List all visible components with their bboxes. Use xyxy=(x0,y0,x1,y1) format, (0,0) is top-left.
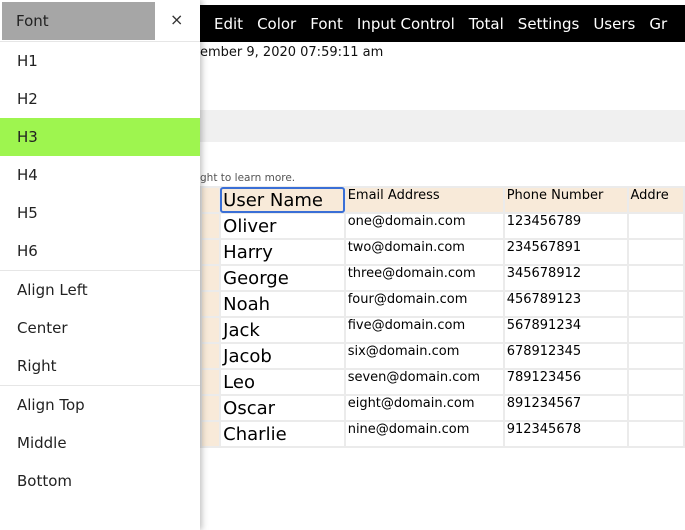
table-row: Leo seven@domain.com 789123456 xyxy=(199,368,685,396)
font-option-align-left[interactable]: Align Left xyxy=(0,271,200,309)
column-header[interactable]: User Name xyxy=(219,186,346,214)
table-cell[interactable]: four@domain.com xyxy=(343,290,505,318)
table-row: Charlie nine@domain.com 912345678 xyxy=(199,420,685,448)
font-option-h2[interactable]: H2 xyxy=(0,80,200,118)
menu-item-gr[interactable]: Gr xyxy=(649,15,667,33)
font-option-h5[interactable]: H5 xyxy=(0,194,200,232)
table-cell[interactable]: 234567891 xyxy=(502,238,629,266)
table-cell[interactable] xyxy=(626,368,685,396)
table-row: Jack five@domain.com 567891234 xyxy=(199,316,685,344)
row-header[interactable] xyxy=(199,316,222,344)
corner-cell xyxy=(199,186,222,214)
table-cell[interactable] xyxy=(626,238,685,266)
table-cell[interactable]: Noah xyxy=(219,290,346,318)
table-cell[interactable] xyxy=(626,394,685,422)
header-row: User Name Email Address Phone Number Addre xyxy=(199,186,685,214)
row-header[interactable] xyxy=(199,342,222,370)
toolbar-band xyxy=(200,110,685,142)
font-option-middle[interactable]: Middle xyxy=(0,424,200,462)
table-cell[interactable] xyxy=(626,420,685,448)
table-cell[interactable]: Oliver xyxy=(219,212,346,240)
menu-item-settings[interactable]: Settings xyxy=(518,15,580,33)
table-row: Oliver one@domain.com 123456789 xyxy=(199,212,685,240)
table-cell[interactable] xyxy=(626,316,685,344)
table-cell[interactable]: 456789123 xyxy=(502,290,629,318)
table-row: Harry two@domain.com 234567891 xyxy=(199,238,685,266)
table-cell[interactable]: 891234567 xyxy=(502,394,629,422)
row-header[interactable] xyxy=(199,212,222,240)
table-cell[interactable]: Jack xyxy=(219,316,346,344)
menu-item-edit[interactable]: Edit xyxy=(214,15,243,33)
font-option-h6[interactable]: H6 xyxy=(0,232,200,270)
column-header[interactable]: Addre xyxy=(626,186,685,214)
table-row: Oscar eight@domain.com 891234567 xyxy=(199,394,685,422)
hint-text: ght to learn more. xyxy=(200,172,296,184)
font-option-h1[interactable]: H1 xyxy=(0,42,200,80)
table-row: Noah four@domain.com 456789123 xyxy=(199,290,685,318)
table-cell[interactable]: three@domain.com xyxy=(343,264,505,292)
table-cell[interactable]: 678912345 xyxy=(502,342,629,370)
table-cell[interactable]: Charlie xyxy=(219,420,346,448)
table-cell[interactable]: two@domain.com xyxy=(343,238,505,266)
row-header[interactable] xyxy=(199,368,222,396)
row-header[interactable] xyxy=(199,264,222,292)
font-option-bottom[interactable]: Bottom xyxy=(0,462,200,500)
menu-item-color[interactable]: Color xyxy=(257,15,296,33)
panel-title: Font xyxy=(2,2,155,40)
table-cell[interactable] xyxy=(626,342,685,370)
table-cell[interactable]: George xyxy=(219,264,346,292)
table-cell[interactable] xyxy=(626,264,685,292)
table-cell[interactable]: Oscar xyxy=(219,394,346,422)
table-cell[interactable]: 912345678 xyxy=(502,420,629,448)
table-cell[interactable]: eight@domain.com xyxy=(343,394,505,422)
table-cell[interactable]: Jacob xyxy=(219,342,346,370)
table-cell[interactable]: Harry xyxy=(219,238,346,266)
menu-item-input-control[interactable]: Input Control xyxy=(357,15,455,33)
table-row: George three@domain.com 345678912 xyxy=(199,264,685,292)
table-cell[interactable]: 123456789 xyxy=(502,212,629,240)
table-cell[interactable]: Leo xyxy=(219,368,346,396)
table-cell[interactable]: 567891234 xyxy=(502,316,629,344)
menu-item-users[interactable]: Users xyxy=(593,15,635,33)
row-header[interactable] xyxy=(199,238,222,266)
table-cell[interactable]: nine@domain.com xyxy=(343,420,505,448)
font-option-right[interactable]: Right xyxy=(0,347,200,385)
font-option-align-top[interactable]: Align Top xyxy=(0,386,200,424)
menubar: Edit Color Font Input Control Total Settings U… xyxy=(200,5,685,42)
font-panel: Font × H1 H2 H3 H4 H5 H6 Align Left Center Right… xyxy=(0,0,200,530)
table-cell[interactable]: 345678912 xyxy=(502,264,629,292)
menu-item-font[interactable]: Font xyxy=(310,15,343,33)
table-cell[interactable]: 789123456 xyxy=(502,368,629,396)
column-header[interactable]: Phone Number xyxy=(502,186,629,214)
close-icon[interactable]: × xyxy=(170,10,183,29)
font-option-center[interactable]: Center xyxy=(0,309,200,347)
row-header[interactable] xyxy=(199,394,222,422)
table-cell[interactable] xyxy=(626,212,685,240)
menu-item-total[interactable]: Total xyxy=(469,15,504,33)
date-text: ember 9, 2020 07:59:11 am xyxy=(200,45,384,60)
column-header[interactable]: Email Address xyxy=(343,186,505,214)
table-cell[interactable]: seven@domain.com xyxy=(343,368,505,396)
panel-header: Font × xyxy=(0,0,200,42)
table-cell[interactable]: six@domain.com xyxy=(343,342,505,370)
table-cell[interactable]: one@domain.com xyxy=(343,212,505,240)
font-option-h3[interactable]: H3 xyxy=(0,118,200,156)
table-cell[interactable]: five@domain.com xyxy=(343,316,505,344)
spreadsheet-table: User Name Email Address Phone Number Addre O… xyxy=(199,186,685,448)
table-cell[interactable] xyxy=(626,290,685,318)
row-header[interactable] xyxy=(199,420,222,448)
table-row: Jacob six@domain.com 678912345 xyxy=(199,342,685,370)
row-header[interactable] xyxy=(199,290,222,318)
font-option-h4[interactable]: H4 xyxy=(0,156,200,194)
